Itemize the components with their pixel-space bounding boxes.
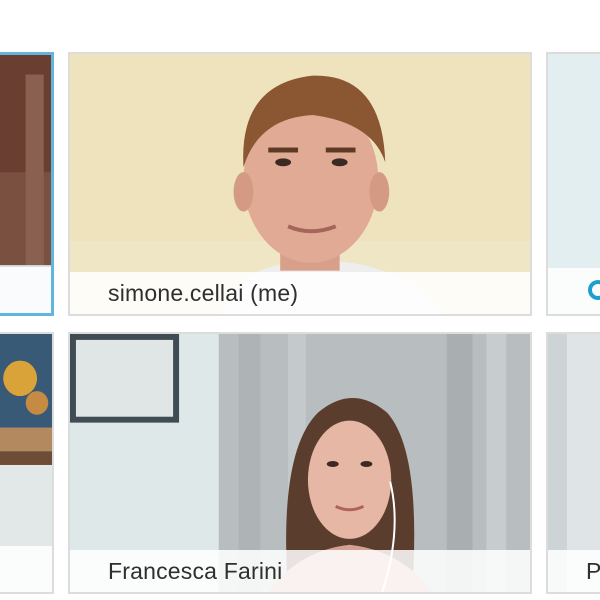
participant-name: simone.cellai (me): [108, 279, 299, 306]
video-grid: simone.cellai (me) Francesca Farini P: [0, 0, 600, 600]
participant-tile-right-bottom[interactable]: P: [546, 332, 600, 594]
participant-name-bar: P: [548, 550, 600, 592]
participant-name-bar: simone.cellai (me): [70, 272, 530, 314]
participant-tile-simone[interactable]: simone.cellai (me): [68, 52, 532, 316]
participant-tile-francesca[interactable]: Francesca Farini: [68, 332, 532, 594]
participant-name-bar: [0, 267, 51, 313]
participant-name-bar: Francesca Farini: [70, 550, 530, 592]
participant-name: Francesca Farini: [108, 557, 283, 584]
participant-name: P: [586, 557, 600, 584]
participant-tile-left-top[interactable]: [0, 52, 54, 316]
participant-name-bar: [0, 546, 52, 592]
participant-tile-right-top[interactable]: [546, 52, 600, 316]
participant-tile-left-bottom[interactable]: [0, 332, 54, 594]
